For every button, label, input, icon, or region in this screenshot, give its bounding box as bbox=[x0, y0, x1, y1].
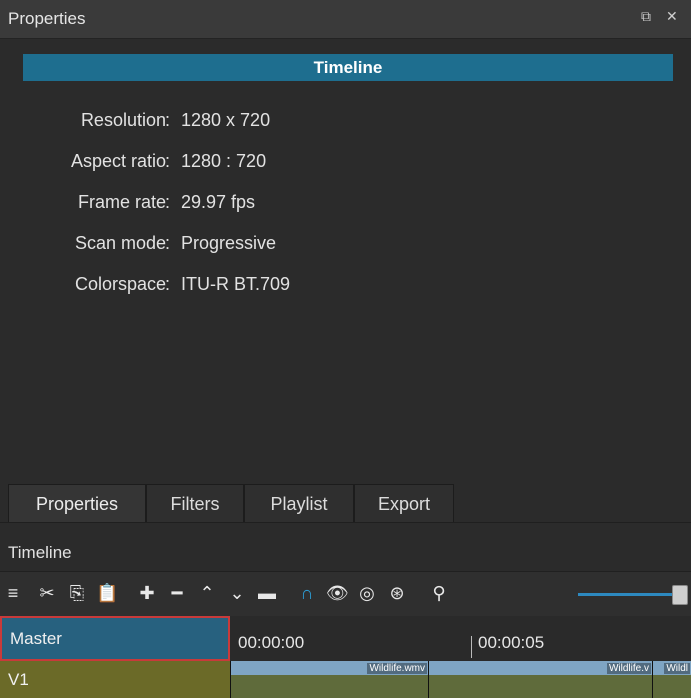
zoom-slider-handle[interactable] bbox=[672, 585, 688, 605]
property-value: 1280 : 720 bbox=[181, 151, 267, 171]
property-row: Frame rate : 29.97 fps bbox=[8, 192, 683, 233]
scrub-icon[interactable]: 👁 bbox=[326, 582, 349, 604]
ripple-all-icon[interactable]: ⊛ bbox=[386, 582, 408, 604]
menu-icon[interactable]: ≡ bbox=[2, 582, 24, 604]
remove-icon[interactable]: ━ bbox=[166, 582, 188, 604]
timeline-tracks: Master V1 00:00:00 00:00:05 Wildlife.wmv… bbox=[0, 616, 691, 698]
ripple-icon[interactable]: ◎ bbox=[356, 582, 378, 604]
panel-header: Timeline bbox=[23, 54, 673, 81]
property-separator: : bbox=[165, 110, 171, 130]
float-icon[interactable]: ⧉ bbox=[641, 8, 651, 25]
zoom-slider[interactable] bbox=[578, 593, 678, 596]
property-value: 1280 x 720 bbox=[181, 110, 271, 130]
tab-bar: Properties Filters Playlist Export bbox=[0, 482, 691, 523]
property-label: Resolution bbox=[80, 110, 166, 130]
snap-icon[interactable]: ∩ bbox=[296, 582, 318, 604]
overwrite-icon[interactable]: ⌄ bbox=[226, 582, 248, 604]
property-row: Colorspace : ITU-R BT.709 bbox=[8, 274, 683, 315]
property-row: Scan mode : Progressive bbox=[8, 233, 683, 274]
close-icon[interactable]: ✕ bbox=[666, 8, 678, 25]
title-bar: Properties ⧉ ✕ bbox=[0, 0, 691, 39]
property-row: Aspect ratio : 1280 : 720 bbox=[8, 151, 683, 192]
lift-icon[interactable]: ⌃ bbox=[196, 582, 218, 604]
property-value: 29.97 fps bbox=[181, 192, 256, 212]
clip[interactable]: Wildl bbox=[652, 661, 691, 698]
property-separator: : bbox=[165, 151, 171, 171]
tab-export[interactable]: Export bbox=[354, 484, 454, 522]
window-title: Properties bbox=[8, 9, 86, 28]
clip-name: Wildlife.v bbox=[606, 663, 651, 674]
tab-playlist[interactable]: Playlist bbox=[244, 484, 354, 522]
split-icon[interactable]: ▬ bbox=[256, 582, 278, 604]
properties-list: Resolution : 1280 x 720 Aspect ratio : 1… bbox=[8, 110, 683, 315]
clip-name: Wildlife.wmv bbox=[367, 663, 427, 674]
clip[interactable]: Wildlife.wmv bbox=[230, 661, 429, 698]
timecode-start: 00:00:00 bbox=[238, 633, 305, 652]
append-icon[interactable]: ✚ bbox=[136, 582, 158, 604]
property-label: Colorspace bbox=[74, 274, 166, 294]
cut-icon[interactable]: ✂ bbox=[36, 582, 58, 604]
clip[interactable]: Wildlife.v bbox=[428, 661, 653, 698]
property-value: ITU-R BT.709 bbox=[181, 274, 291, 294]
property-label: Scan mode bbox=[74, 233, 166, 253]
property-value: Progressive bbox=[181, 233, 277, 253]
timeline-title: Timeline bbox=[8, 543, 72, 562]
timeline-toolbar: ≡ ✂ ⎘ 📋 ✚ ━ ⌃ ⌄ ▬ ∩ 👁 ◎ ⊛ ⚲ bbox=[0, 571, 691, 617]
ruler-tick bbox=[471, 636, 472, 658]
tab-properties[interactable]: Properties bbox=[8, 484, 146, 522]
paste-icon[interactable]: 📋 bbox=[96, 582, 118, 604]
zoom-out-icon[interactable]: ⚲ bbox=[428, 582, 450, 604]
track-v1[interactable]: V1 bbox=[0, 661, 230, 698]
track-master[interactable]: Master bbox=[0, 616, 230, 661]
v1-clips: Wildlife.wmv Wildlife.v Wildl bbox=[230, 661, 691, 698]
property-separator: : bbox=[165, 274, 171, 294]
property-separator: : bbox=[165, 192, 171, 212]
property-label: Frame rate bbox=[77, 192, 166, 212]
properties-panel: Timeline Resolution : 1280 x 720 Aspect … bbox=[8, 40, 683, 480]
copy-icon[interactable]: ⎘ bbox=[66, 582, 88, 604]
property-label: Aspect ratio bbox=[70, 151, 166, 171]
clip-name: Wildl bbox=[664, 663, 690, 674]
tab-filters[interactable]: Filters bbox=[146, 484, 244, 522]
property-row: Resolution : 1280 x 720 bbox=[8, 110, 683, 151]
timeline-ruler[interactable]: 00:00:00 00:00:05 bbox=[230, 616, 691, 661]
timecode-5s: 00:00:05 bbox=[478, 633, 545, 652]
property-separator: : bbox=[165, 233, 171, 253]
